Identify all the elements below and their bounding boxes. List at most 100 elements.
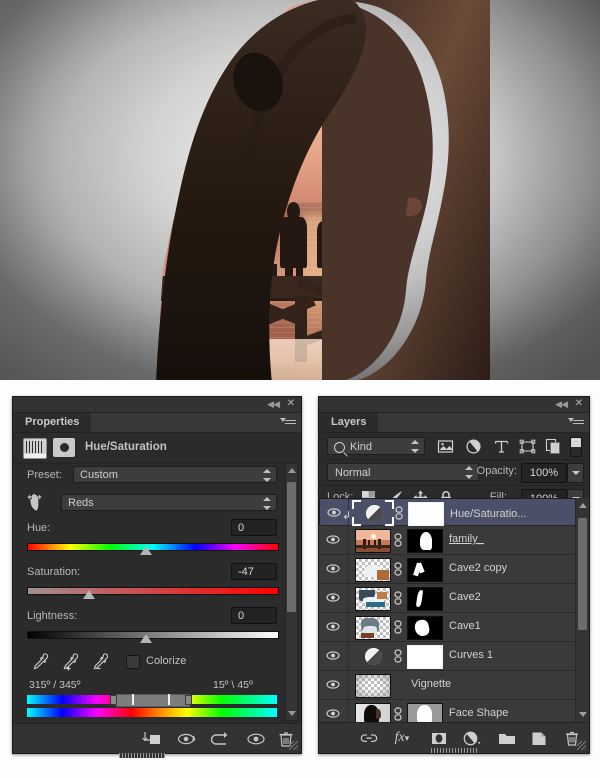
new-adjustment-layer-icon[interactable] xyxy=(462,730,484,747)
pixel-layer-filter-icon[interactable] xyxy=(437,438,454,455)
layer-thumbnail[interactable] xyxy=(364,504,384,522)
resize-grip-icon[interactable] xyxy=(577,741,586,750)
link-icon[interactable] xyxy=(394,506,404,520)
hue-value-input[interactable]: 0 xyxy=(231,519,277,536)
collapse-icon[interactable]: ◀◀ xyxy=(555,399,568,410)
link-icon[interactable] xyxy=(393,562,403,576)
link-icon[interactable] xyxy=(393,649,403,663)
add-layer-mask-icon[interactable] xyxy=(429,730,449,747)
new-layer-icon[interactable] xyxy=(529,730,549,747)
layer-visibility-eye-icon[interactable] xyxy=(327,507,341,518)
saturation-value-input[interactable]: -47 xyxy=(231,563,277,580)
filter-kind-select[interactable]: Kind xyxy=(327,437,425,455)
tab-layers[interactable]: Layers xyxy=(319,413,379,432)
link-icon[interactable] xyxy=(393,591,403,605)
hue-range-selection[interactable] xyxy=(116,694,190,707)
layer-style-fx-icon[interactable]: fx▾ xyxy=(391,730,413,747)
table-row[interactable]: Curves 1 xyxy=(319,642,589,671)
range-falloff-right-handle[interactable] xyxy=(185,695,192,705)
layer-name[interactable]: family_ xyxy=(449,533,484,545)
scrollbar-thumb[interactable] xyxy=(287,482,296,612)
eyedropper-add-icon[interactable] xyxy=(61,653,79,671)
properties-dock-grip-icon[interactable] xyxy=(119,753,165,758)
layer-name[interactable]: Vignette xyxy=(411,678,451,690)
eyedropper-subtract-icon[interactable] xyxy=(91,653,109,671)
panel-menu-icon[interactable] xyxy=(280,416,296,428)
layer-visibility-eye-icon[interactable] xyxy=(326,679,340,690)
table-row[interactable]: Cave1 xyxy=(319,613,589,642)
preset-select[interactable]: Custom xyxy=(73,466,277,483)
layer-mask-icon[interactable] xyxy=(53,438,75,457)
layer-mask-thumbnail[interactable] xyxy=(407,616,443,640)
table-row[interactable]: Face Shape xyxy=(319,700,589,722)
table-row[interactable]: Cave2 xyxy=(319,584,589,613)
layer-thumbnail[interactable] xyxy=(355,558,391,582)
view-previous-state-icon[interactable] xyxy=(177,730,199,748)
layer-mask-thumbnail[interactable] xyxy=(408,502,444,526)
collapse-icon[interactable]: ◀◀ xyxy=(267,399,280,410)
reset-icon[interactable] xyxy=(211,730,233,748)
tab-properties[interactable]: Properties xyxy=(13,413,92,432)
range-falloff-left-handle[interactable] xyxy=(110,695,117,705)
panel-menu-icon[interactable] xyxy=(568,416,584,428)
adjustment-layer-filter-icon[interactable] xyxy=(465,438,482,455)
saturation-slider-knob[interactable] xyxy=(83,590,95,599)
layer-name[interactable]: Curves 1 xyxy=(449,649,493,661)
layer-name[interactable]: Hue/Saturatio... xyxy=(450,506,526,523)
scroll-down-arrow-icon[interactable] xyxy=(288,711,296,716)
table-row[interactable]: ↲ Hue/Saturatio... xyxy=(319,498,589,527)
dock-grip-icon[interactable] xyxy=(431,748,477,753)
link-layers-icon[interactable] xyxy=(359,730,379,747)
range-end-handle[interactable] xyxy=(168,694,170,705)
blend-mode-select[interactable]: Normal xyxy=(327,463,479,481)
layer-mask-thumbnail[interactable] xyxy=(407,558,443,582)
layer-visibility-eye-icon[interactable] xyxy=(326,650,340,661)
filter-toggle-switch[interactable] xyxy=(570,437,582,457)
toggle-visibility-eye-icon[interactable] xyxy=(245,730,267,748)
layer-thumbnail[interactable] xyxy=(355,587,391,611)
resize-grip-icon[interactable] xyxy=(289,741,298,750)
smart-object-filter-icon[interactable] xyxy=(545,438,562,455)
close-icon[interactable]: ✕ xyxy=(575,398,583,409)
scrollbar-thumb[interactable] xyxy=(578,518,587,630)
opacity-value[interactable]: 100% xyxy=(521,463,567,483)
layer-mask-thumbnail[interactable] xyxy=(407,529,443,553)
table-row[interactable]: family_ xyxy=(319,526,589,555)
layer-thumbnail[interactable] xyxy=(355,529,391,553)
layer-thumbnail[interactable] xyxy=(355,703,391,722)
layers-scrollbar[interactable] xyxy=(575,498,589,722)
layer-name[interactable]: Face Shape xyxy=(449,707,508,719)
shape-layer-filter-icon[interactable] xyxy=(519,438,536,455)
channel-select[interactable]: Reds xyxy=(61,494,277,511)
on-image-adjust-hand-icon[interactable] xyxy=(27,492,51,512)
layer-mask-thumbnail[interactable] xyxy=(407,703,443,722)
lightness-slider-track[interactable] xyxy=(27,631,279,639)
properties-scrollbar[interactable] xyxy=(285,463,298,721)
scroll-down-arrow-icon[interactable] xyxy=(579,712,587,717)
layer-name[interactable]: Cave2 copy xyxy=(449,562,507,574)
layer-visibility-eye-icon[interactable] xyxy=(326,708,340,719)
range-start-handle[interactable] xyxy=(132,694,134,705)
table-row[interactable]: Vignette xyxy=(319,671,589,700)
layer-name[interactable]: Cave1 xyxy=(449,620,481,632)
hue-slider-track[interactable] xyxy=(27,543,279,551)
layer-thumbnail[interactable] xyxy=(355,674,391,698)
layer-visibility-eye-icon[interactable] xyxy=(326,563,340,574)
table-row[interactable]: Cave2 copy xyxy=(319,555,589,584)
eyedropper-icon[interactable] xyxy=(31,653,49,671)
hue-slider-knob[interactable] xyxy=(140,546,152,555)
scroll-up-arrow-icon[interactable] xyxy=(288,468,296,473)
link-icon[interactable] xyxy=(393,620,403,634)
layer-thumbnail[interactable] xyxy=(355,616,391,640)
lightness-slider-knob[interactable] xyxy=(140,634,152,643)
lightness-value-input[interactable]: 0 xyxy=(231,607,277,624)
layer-thumbnail[interactable] xyxy=(363,647,383,665)
saturation-slider-track[interactable] xyxy=(27,587,279,595)
colorize-checkbox[interactable] xyxy=(126,655,140,669)
link-icon[interactable] xyxy=(393,707,403,721)
layer-mask-thumbnail[interactable] xyxy=(407,587,443,611)
opacity-chevron-down-icon[interactable] xyxy=(567,463,584,483)
layer-mask-thumbnail[interactable] xyxy=(407,645,443,669)
layer-visibility-eye-icon[interactable] xyxy=(326,534,340,545)
layer-name[interactable]: Cave2 xyxy=(449,591,481,603)
